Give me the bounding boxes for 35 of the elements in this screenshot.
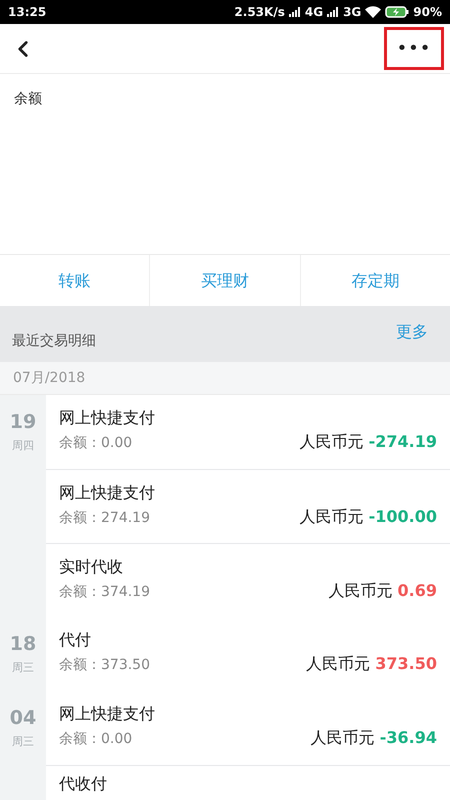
transaction-title: 网上快捷支付	[59, 483, 156, 503]
balance-text: 余额：374.19	[59, 583, 150, 602]
day-number: 04	[10, 709, 36, 728]
weekday-label: 周四	[12, 438, 34, 454]
battery-icon	[385, 6, 410, 18]
time-text: 13:25	[8, 4, 46, 21]
balance-text: 余额：373.50	[59, 656, 150, 675]
day-number: 19	[10, 413, 36, 432]
month-text: 07月/2018	[13, 368, 86, 388]
balance-text: 余额：0.00	[59, 434, 132, 453]
amount-text: 人民币元 373.50	[306, 653, 437, 675]
amount-text: 人民币元 -274.19	[300, 431, 437, 453]
weekday-label: 周三	[12, 734, 34, 750]
balance-text: 余额：0.00	[59, 730, 132, 749]
day-number: 18	[10, 635, 36, 654]
transaction-title: 实时代收	[59, 557, 124, 577]
weekday-label: 周三	[12, 660, 34, 676]
transaction-title: 代收付	[59, 774, 108, 794]
amount-text: 人民币元 -100.00	[300, 506, 437, 528]
network-text: 4G	[304, 4, 324, 21]
balance-label: 余额	[14, 91, 42, 107]
balance-text: 余额：274.19	[59, 509, 150, 528]
battery-text: 90%	[413, 4, 442, 21]
wifi-icon	[365, 6, 382, 18]
signal-icon	[327, 7, 340, 17]
transaction-title: 网上快捷支付	[59, 408, 156, 428]
section-title: 最近交易明细	[12, 332, 96, 350]
amount-text: 人民币元 0.69	[328, 580, 437, 602]
network-text: 3G	[343, 4, 362, 21]
amount-text: 人民币元 -36.94	[310, 727, 437, 749]
speed-text: 2.53K/s	[234, 4, 285, 21]
signal-icon	[288, 7, 301, 17]
transaction-title: 网上快捷支付	[59, 704, 156, 724]
transaction-title: 代付	[59, 630, 92, 650]
more-button[interactable]: •••	[384, 27, 444, 70]
